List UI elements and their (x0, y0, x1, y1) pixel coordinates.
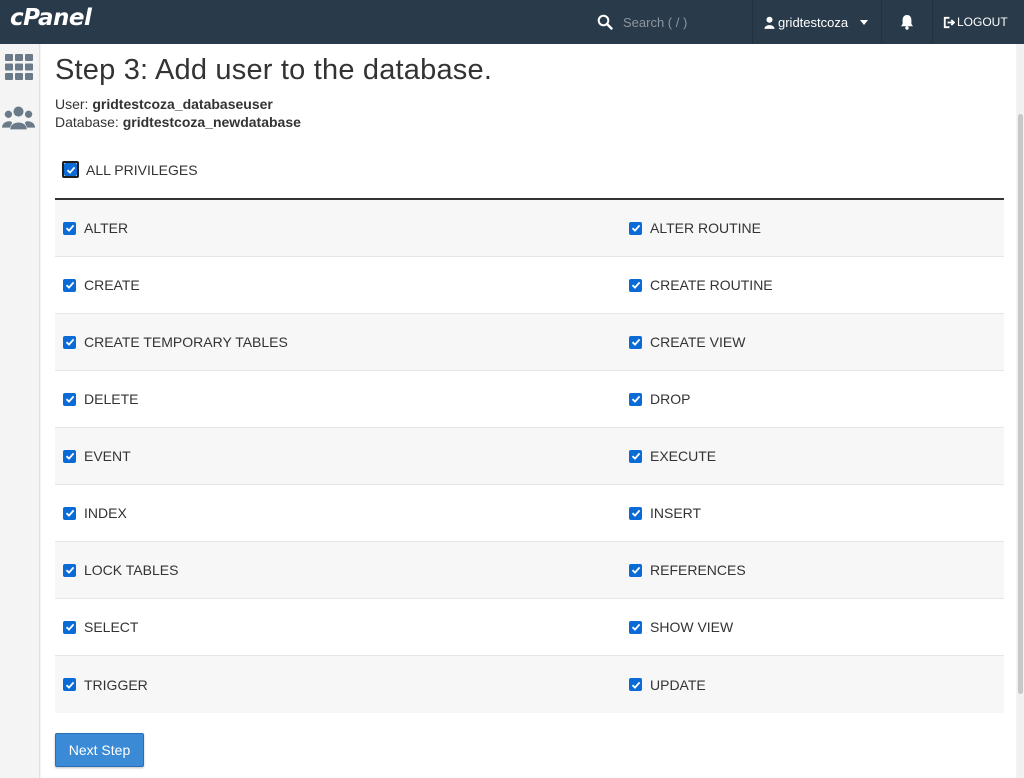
logout-icon (942, 16, 955, 29)
chevron-down-icon (860, 19, 869, 25)
main-content: Step 3: Add user to the database. User: … (41, 44, 1016, 778)
checkbox-checked-icon[interactable] (629, 392, 642, 406)
checkbox-checked-icon[interactable] (629, 449, 642, 463)
privilege-row: EVENT EXECUTE (55, 428, 1004, 485)
users-icon[interactable] (2, 102, 35, 132)
checkbox-checked-icon[interactable] (63, 449, 76, 463)
grid-icon[interactable] (2, 52, 35, 82)
privileges-table: ALTER ALTER ROUTINE CREATE CREATE ROUTINE CR… (55, 198, 1004, 713)
checkbox-checked-icon[interactable] (629, 620, 642, 634)
search-icon[interactable] (597, 14, 613, 30)
privilege-label: CREATE TEMPORARY TABLES (84, 334, 288, 350)
top-navbar: cPanel gridtestcoza LOGOUT (0, 0, 1024, 44)
all-privileges-checkbox[interactable]: ALL PRIVILEGES (62, 161, 198, 178)
all-privileges-label: ALL PRIVILEGES (86, 161, 198, 178)
checkbox-checked-icon[interactable] (63, 563, 76, 577)
privilege-row: LOCK TABLES REFERENCES (55, 542, 1004, 599)
logout-label: LOGOUT (957, 15, 1008, 29)
database-line: Database: gridtestcoza_newdatabase (55, 114, 301, 130)
privilege-label: CREATE ROUTINE (650, 277, 773, 293)
privilege-lock-tables-checkbox[interactable]: LOCK TABLES (55, 542, 621, 598)
checkbox-checked-icon[interactable] (63, 221, 76, 235)
database-value: gridtestcoza_newdatabase (122, 114, 301, 130)
cpanel-logo[interactable]: cPanel (10, 5, 92, 31)
scrollbar-thumb[interactable] (1018, 114, 1023, 694)
checkbox-checked-icon[interactable] (629, 678, 642, 691)
notifications-button[interactable] (882, 0, 932, 44)
all-privileges-focus-ring (62, 161, 79, 178)
privilege-create-view-checkbox[interactable]: CREATE VIEW (621, 314, 1004, 370)
username-label: gridtestcoza (778, 14, 849, 30)
checkbox-checked-icon[interactable] (629, 563, 642, 577)
privilege-label: SHOW VIEW (650, 619, 734, 635)
privilege-alter-routine-checkbox[interactable]: ALTER ROUTINE (621, 200, 1004, 256)
privilege-execute-checkbox[interactable]: EXECUTE (621, 428, 1004, 484)
privilege-row: ALTER ALTER ROUTINE (55, 200, 1004, 257)
privilege-label: DROP (650, 391, 691, 407)
privilege-label: ALTER ROUTINE (650, 220, 761, 236)
scrollbar[interactable] (1017, 44, 1024, 778)
search-area (597, 0, 743, 44)
database-label: Database: (55, 114, 119, 130)
privilege-label: EXECUTE (650, 448, 717, 464)
privilege-select-checkbox[interactable]: SELECT (55, 599, 621, 655)
search-input[interactable] (623, 8, 743, 36)
privilege-row: SELECT SHOW VIEW (55, 599, 1004, 656)
privilege-label: UPDATE (650, 676, 706, 693)
privilege-index-checkbox[interactable]: INDEX (55, 485, 621, 541)
privilege-alter-checkbox[interactable]: ALTER (55, 200, 621, 256)
checkbox-checked-icon[interactable] (63, 278, 76, 292)
privilege-show-view-checkbox[interactable]: SHOW VIEW (621, 599, 1004, 655)
user-menu-button[interactable]: gridtestcoza (753, 0, 881, 44)
checkbox-checked-icon[interactable] (64, 163, 77, 176)
checkbox-checked-icon[interactable] (63, 678, 76, 691)
privilege-label: TRIGGER (84, 676, 148, 693)
user-label: User: (55, 96, 89, 112)
privilege-label: CREATE (84, 277, 140, 293)
privilege-label: EVENT (84, 448, 131, 464)
privilege-row: DELETE DROP (55, 371, 1004, 428)
checkbox-checked-icon[interactable] (629, 506, 642, 520)
privilege-update-checkbox[interactable]: UPDATE (621, 656, 1004, 713)
privilege-label: ALTER (84, 220, 129, 236)
checkbox-checked-icon[interactable] (629, 278, 642, 292)
next-step-button[interactable]: Next Step (55, 733, 144, 767)
checkbox-checked-icon[interactable] (63, 335, 76, 349)
user-icon (764, 16, 775, 29)
checkbox-checked-icon[interactable] (63, 392, 76, 406)
privilege-label: INDEX (84, 505, 127, 521)
privilege-insert-checkbox[interactable]: INSERT (621, 485, 1004, 541)
checkbox-checked-icon[interactable] (63, 506, 76, 520)
privilege-row: TRIGGER UPDATE (55, 656, 1004, 713)
privilege-row: CREATE TEMPORARY TABLES CREATE VIEW (55, 314, 1004, 371)
privilege-event-checkbox[interactable]: EVENT (55, 428, 621, 484)
privilege-drop-checkbox[interactable]: DROP (621, 371, 1004, 427)
bell-icon (900, 14, 914, 30)
privilege-row: INDEX INSERT (55, 485, 1004, 542)
privilege-row: CREATE CREATE ROUTINE (55, 257, 1004, 314)
privilege-delete-checkbox[interactable]: DELETE (55, 371, 621, 427)
privilege-trigger-checkbox[interactable]: TRIGGER (55, 656, 621, 713)
privilege-label: DELETE (84, 391, 139, 407)
privilege-label: LOCK TABLES (84, 562, 179, 578)
privilege-label: REFERENCES (650, 562, 746, 578)
privilege-label: SELECT (84, 619, 139, 635)
checkbox-checked-icon[interactable] (629, 335, 642, 349)
privilege-create-routine-checkbox[interactable]: CREATE ROUTINE (621, 257, 1004, 313)
user-line: User: gridtestcoza_databaseuser (55, 96, 273, 112)
sidebar (0, 44, 40, 778)
privilege-label: INSERT (650, 505, 702, 521)
page-title: Step 3: Add user to the database. (55, 54, 493, 86)
privilege-label: CREATE VIEW (650, 334, 746, 350)
checkbox-checked-icon[interactable] (629, 221, 642, 235)
user-value: gridtestcoza_databaseuser (92, 96, 273, 112)
checkbox-checked-icon[interactable] (63, 620, 76, 634)
privilege-create-temporary-tables-checkbox[interactable]: CREATE TEMPORARY TABLES (55, 314, 621, 370)
logout-button[interactable]: LOGOUT (933, 0, 1024, 44)
privilege-create-checkbox[interactable]: CREATE (55, 257, 621, 313)
privilege-references-checkbox[interactable]: REFERENCES (621, 542, 1004, 598)
